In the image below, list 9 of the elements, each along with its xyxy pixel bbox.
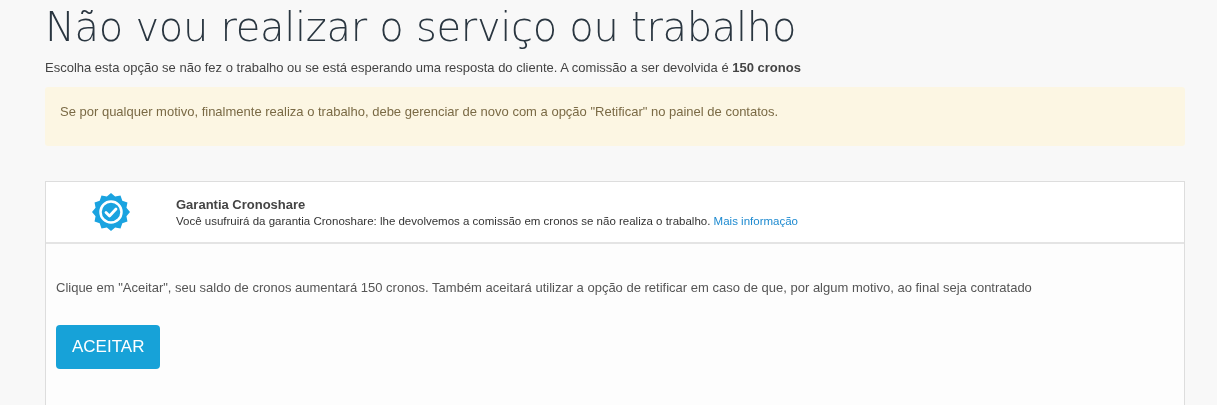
subtitle: Escolha esta opção se não fez o trabalho ou se está esperando uma resposta do cliente. A comissão a ser devolvida é 150 cronos xyxy=(45,60,801,75)
more-info-link[interactable]: Mais informação xyxy=(713,215,798,227)
verified-badge-icon xyxy=(92,193,130,231)
guarantee-description: Você usufruirá da garantia Cronoshare: lhe devolvemos a comissão em cronos se não realiza o trabalho. Mais informação xyxy=(176,215,798,227)
accept-button[interactable]: ACEITAR xyxy=(56,325,161,369)
instructions-text: Clique em "Aceitar", seu saldo de cronos aumentará 150 cronos. Também aceitará utilizar a opção de retificar em caso de que, por algum motivo, ao final seja contratado xyxy=(56,280,1032,295)
notice-text: Se por qualquer motivo, finalmente realiza o trabalho, debe gerenciar de novo com a opção "Retificar" no painel de contatos. xyxy=(60,104,779,119)
page-title: Não vou realizar o serviço ou trabalho xyxy=(45,3,797,50)
guarantee-title: Garantia Cronoshare xyxy=(176,197,306,212)
